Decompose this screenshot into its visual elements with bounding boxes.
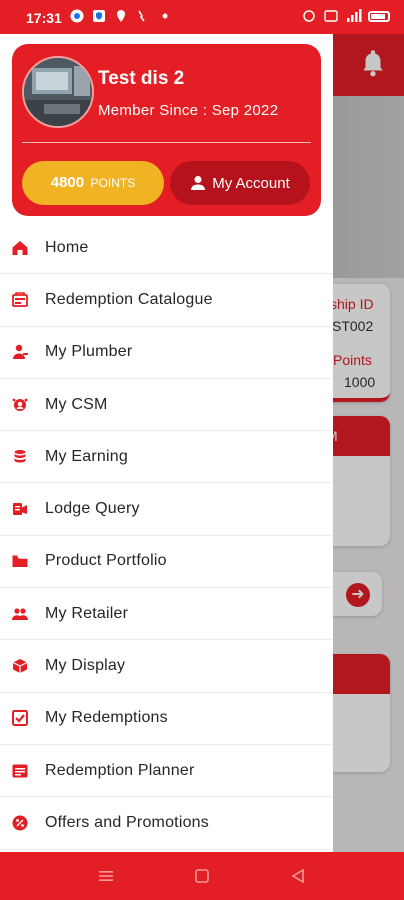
menu-item-my-retailer[interactable]: My Retailer (0, 588, 333, 641)
member-since-text: Member Since : Sep 2022 (98, 102, 279, 119)
menu-item-label: Redemption Planner (45, 761, 195, 779)
menu-item-my-display[interactable]: My Display (0, 640, 333, 693)
box-icon (9, 655, 31, 677)
call-icon (136, 9, 150, 23)
catalogue-icon (9, 289, 31, 311)
home-button-icon[interactable] (192, 866, 212, 886)
planner-icon (9, 760, 31, 782)
plumber-icon (9, 341, 31, 363)
my-account-button[interactable]: My Account (170, 161, 310, 205)
my-account-label: My Account (212, 174, 290, 192)
folder-icon (9, 550, 31, 572)
person-icon (191, 176, 206, 190)
menu-item-my-earning[interactable]: My Earning (0, 431, 333, 484)
menu-item-label: Redemption Catalogue (45, 290, 213, 308)
csm-icon (9, 394, 31, 416)
data-speed-icon (302, 9, 316, 23)
battery-icon (368, 11, 390, 22)
discount-icon (9, 812, 31, 834)
system-navigation-bar (0, 852, 404, 900)
menu-item-my-plumber[interactable]: My Plumber (0, 327, 333, 379)
retailer-icon (9, 603, 31, 625)
menu-item-my-csm[interactable]: My CSM (0, 379, 333, 432)
status-time: 17:31 (26, 10, 62, 26)
back-icon[interactable] (288, 866, 308, 886)
avatar[interactable] (22, 56, 94, 128)
navigation-drawer: Test dis 2 Member Since : Sep 2022 4800 … (0, 34, 333, 852)
divider (22, 142, 311, 143)
menu-item-label: Offers and Promotions (45, 813, 209, 831)
menu-item-label: My Retailer (45, 604, 129, 622)
recents-icon[interactable] (96, 866, 116, 886)
coins-icon (9, 446, 31, 468)
menu-item-redemption-planner[interactable]: Redemption Planner (0, 745, 333, 798)
checkbox-icon (9, 707, 31, 729)
home-icon (9, 237, 31, 259)
profile-card: Test dis 2 Member Since : Sep 2022 4800 … (12, 44, 321, 216)
volte-icon (324, 9, 338, 23)
menu-item-my-redemptions[interactable]: My Redemptions (0, 693, 333, 745)
menu-item-label: My Earning (45, 447, 128, 465)
signal-icon (346, 9, 362, 23)
status-bar: 17:31 (0, 0, 404, 34)
menu-item-product-portfolio[interactable]: Product Portfolio (0, 536, 333, 589)
menu-item-label: My Plumber (45, 343, 133, 361)
menu-item-label: My Display (45, 657, 126, 675)
menu-item-home[interactable]: Home (0, 222, 333, 275)
query-icon (9, 498, 31, 520)
dot-icon (158, 9, 172, 23)
points-badge[interactable]: 4800 POINTS (22, 161, 164, 205)
location-icon (114, 9, 128, 23)
messenger-icon (70, 9, 84, 23)
menu-item-label: My CSM (45, 395, 108, 413)
menu-item-label: Home (45, 238, 89, 256)
menu-item-redemption-catalogue[interactable]: Redemption Catalogue (0, 274, 333, 327)
points-value: 4800 (50, 174, 85, 191)
menu-item-label: Product Portfolio (45, 552, 167, 570)
menu-item-label: My Redemptions (45, 709, 168, 727)
drawer-menu: Home Redemption Catalogue My Plumber My … (0, 222, 333, 850)
menu-item-offers-and-promotions[interactable]: Offers and Promotions (0, 797, 333, 850)
user-name: Test dis 2 (98, 68, 185, 89)
points-label: POINTS (90, 176, 136, 190)
menu-item-label: Lodge Query (45, 500, 140, 518)
shield-icon (92, 9, 106, 23)
menu-item-lodge-query[interactable]: Lodge Query (0, 483, 333, 536)
